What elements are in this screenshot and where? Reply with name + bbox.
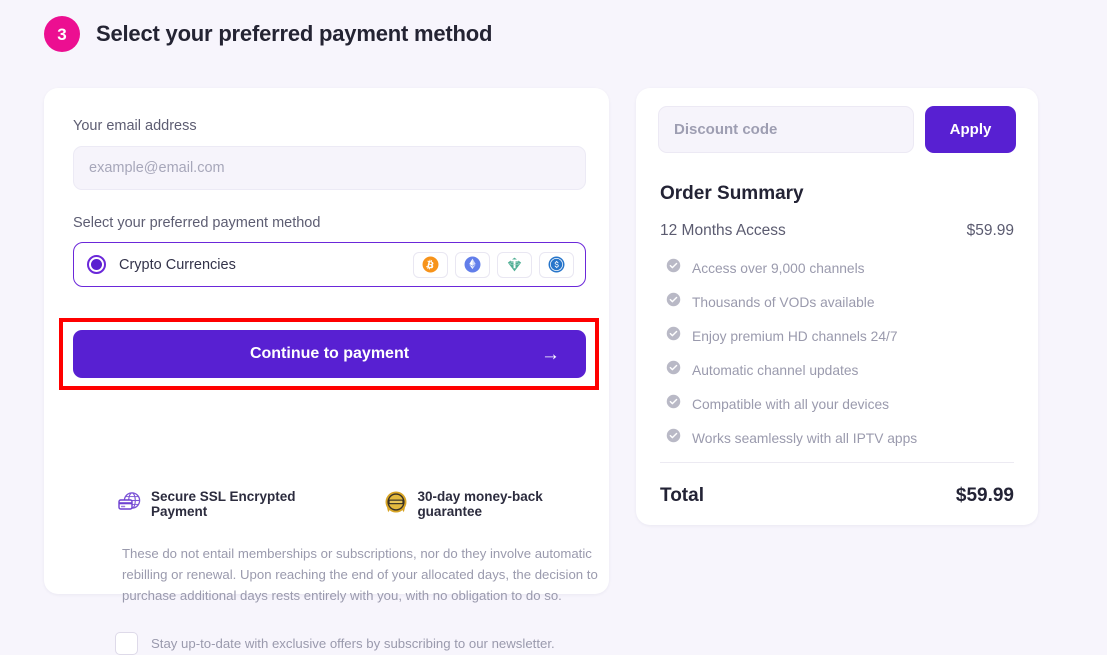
email-label: Your email address (73, 118, 197, 134)
plan-line-item: 12 Months Access $59.99 (660, 222, 1014, 240)
discount-code-input[interactable] (658, 106, 914, 153)
feature-label: Compatible with all your devices (692, 396, 890, 412)
check-circle-icon (666, 258, 681, 278)
trust-badge-ssl: Secure SSL Encrypted Payment (117, 489, 353, 519)
order-summary-body: Apply Order Summary 12 Months Access $59… (636, 88, 1038, 507)
feature-label: Automatic channel updates (692, 362, 859, 378)
list-item: Thousands of VODs available (666, 292, 1016, 312)
list-item: Works seamlessly with all IPTV apps (666, 428, 1016, 448)
list-item: Enjoy premium HD channels 24/7 (666, 326, 1016, 346)
check-circle-icon (666, 360, 681, 380)
money-back-seal-icon (383, 490, 409, 519)
check-circle-icon (666, 292, 681, 312)
feature-label: Enjoy premium HD channels 24/7 (692, 328, 898, 344)
feature-label: Thousands of VODs available (692, 294, 875, 310)
plan-name: 12 Months Access (660, 222, 786, 239)
continue-to-payment-button[interactable]: Continue to payment → (73, 330, 586, 378)
total-row: Total $59.99 (660, 485, 1014, 507)
check-circle-icon (666, 394, 681, 414)
discount-row: Apply (658, 106, 1016, 153)
order-summary-title: Order Summary (660, 183, 804, 204)
disclaimer-text: These do not entail memberships or subsc… (122, 546, 598, 603)
bitcoin-icon (413, 251, 448, 278)
summary-divider (660, 462, 1014, 463)
page-title: Select your preferred payment method (96, 21, 493, 46)
check-circle-icon (666, 326, 681, 346)
crypto-logos (413, 251, 574, 278)
newsletter-label: Stay up-to-date with exclusive offers by… (151, 636, 555, 651)
payment-method-label: Select your preferred payment method (73, 215, 321, 231)
list-item: Access over 9,000 channels (666, 258, 1016, 278)
list-item: Compatible with all your devices (666, 394, 1016, 414)
ssl-globe-card-icon (117, 491, 143, 518)
apply-discount-button[interactable]: Apply (925, 106, 1016, 153)
total-label: Total (660, 485, 704, 506)
tether-icon (497, 251, 532, 278)
trust-badge-money-back: 30-day money-back guarantee (383, 489, 609, 519)
arrow-right-icon: → (541, 343, 560, 365)
feature-list: Access over 9,000 channels Thousands of … (666, 258, 1016, 448)
checkout-page: 3 Select your preferred payment method Y… (0, 0, 1107, 655)
feature-label: Works seamlessly with all IPTV apps (692, 430, 918, 446)
trust-badge-ssl-label: Secure SSL Encrypted Payment (151, 489, 296, 519)
trust-badge-money-back-label: 30-day money-back guarantee (417, 489, 543, 519)
step-header: 3 Select your preferred payment method (44, 16, 492, 52)
radio-selected-dot (91, 259, 102, 270)
order-summary-card: Apply Order Summary 12 Months Access $59… (636, 88, 1038, 525)
payment-method-name: Crypto Currencies (119, 256, 236, 273)
continue-to-payment-label: Continue to payment (249, 345, 410, 362)
check-circle-icon (666, 428, 681, 448)
plan-price: $59.99 (966, 222, 1014, 239)
payment-method-option-crypto[interactable]: Crypto Currencies (73, 242, 586, 287)
newsletter-opt-in[interactable]: Stay up-to-date with exclusive offers by… (115, 632, 555, 655)
feature-label: Access over 9,000 channels (692, 260, 865, 276)
usdc-icon (539, 251, 574, 278)
payment-card-body: Your email address Select your preferred… (44, 88, 609, 287)
email-field[interactable] (73, 146, 586, 190)
step-number-badge: 3 (44, 16, 80, 52)
radio-crypto[interactable] (87, 255, 106, 274)
trust-badges: Secure SSL Encrypted Payment 30-day mone (117, 489, 609, 519)
newsletter-checkbox[interactable] (115, 632, 138, 655)
list-item: Automatic channel updates (666, 360, 1016, 380)
ethereum-icon (455, 251, 490, 278)
total-value: $59.99 (955, 485, 1014, 506)
